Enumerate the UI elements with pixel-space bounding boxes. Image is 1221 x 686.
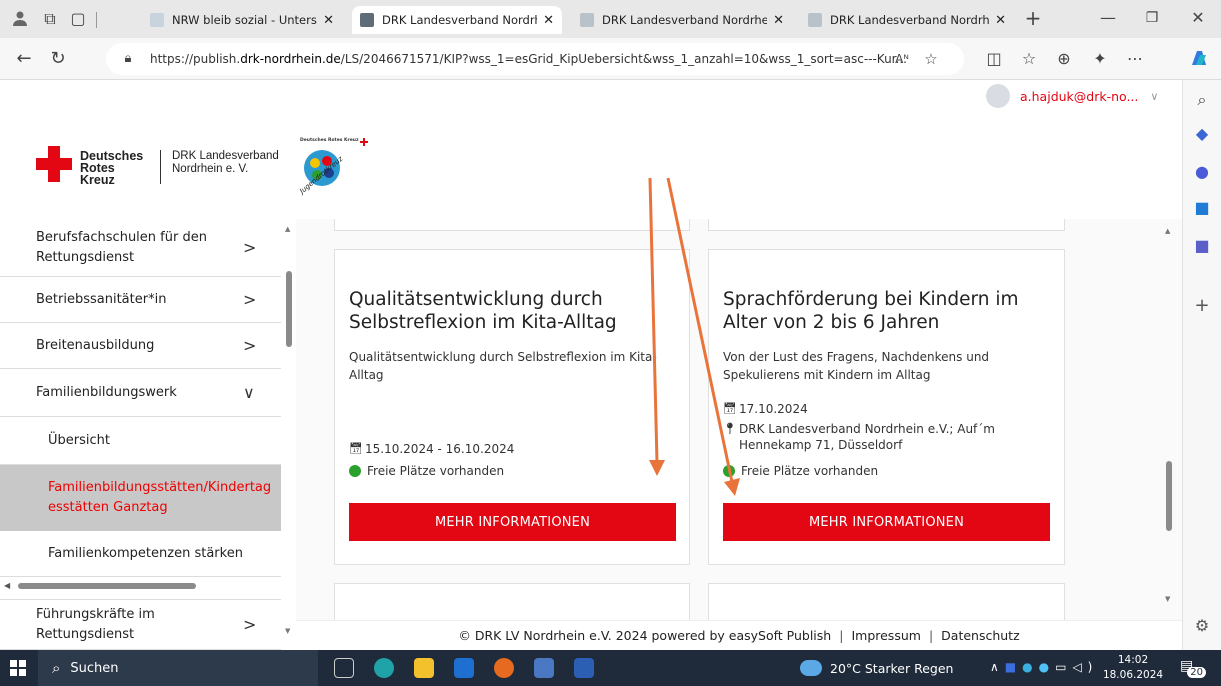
outlook-icon[interactable]: ■ bbox=[1191, 198, 1213, 218]
tray-app-icon[interactable]: ■ bbox=[1005, 660, 1022, 674]
arrowhead-1-icon bbox=[649, 460, 665, 476]
app-icon[interactable] bbox=[534, 658, 554, 678]
copyright-text: © DRK LV Nordrhein e.V. 2024 powered by … bbox=[458, 628, 832, 643]
word-icon[interactable] bbox=[574, 658, 594, 678]
tag-icon[interactable]: ◆ bbox=[1191, 124, 1213, 144]
close-window-icon[interactable]: ✕ bbox=[1187, 8, 1209, 28]
tray-app-icon[interactable]: ● bbox=[1039, 660, 1055, 674]
weather-text: 20°C Starker Regen bbox=[830, 660, 954, 676]
clock-date: 18.06.2024 bbox=[1102, 669, 1164, 681]
chevron-up-icon[interactable]: ∧ bbox=[990, 660, 1005, 674]
tray-app-icon[interactable]: ● bbox=[1022, 660, 1038, 674]
file-explorer-icon[interactable] bbox=[414, 658, 434, 678]
copilot-apps-icon[interactable]: ● bbox=[1191, 162, 1213, 182]
annotation-arrow-1 bbox=[648, 177, 659, 463]
arrowhead-2-icon bbox=[724, 478, 740, 496]
outlook-icon[interactable] bbox=[454, 658, 474, 678]
clock-time: 14:02 bbox=[1117, 654, 1149, 666]
edge-sidebar: ⌕ ◆ ● ■ ■ + ⚙ bbox=[1182, 80, 1221, 650]
impressum-link[interactable]: Impressum bbox=[851, 628, 920, 643]
add-icon[interactable]: + bbox=[1191, 296, 1213, 316]
annotation-arrows bbox=[648, 177, 740, 496]
annotation-arrow-2 bbox=[666, 177, 734, 483]
notifications-button[interactable]: ▤ 20 bbox=[1178, 658, 1206, 678]
edge-icon[interactable] bbox=[374, 658, 394, 678]
clock[interactable]: 14:02 18.06.2024 bbox=[1102, 653, 1164, 683]
taskbar-search-label: Suchen bbox=[70, 660, 119, 676]
datenschutz-link[interactable]: Datenschutz bbox=[941, 628, 1020, 643]
weather-widget[interactable]: 20°C Starker Regen bbox=[800, 650, 953, 686]
notification-count-badge: 20 bbox=[1187, 667, 1206, 678]
cloud-rain-icon bbox=[800, 660, 822, 676]
taskbar-search[interactable]: ⌕ Suchen bbox=[38, 650, 318, 686]
search-icon: ⌕ bbox=[52, 659, 61, 677]
firefox-icon[interactable] bbox=[494, 658, 514, 678]
copilot-icon[interactable] bbox=[1186, 47, 1212, 74]
settings-gear-icon[interactable]: ⚙ bbox=[1191, 616, 1213, 636]
page-footer: © DRK LV Nordrhein e.V. 2024 powered by … bbox=[296, 620, 1182, 650]
windows-start-icon[interactable] bbox=[10, 660, 26, 676]
volume-icon[interactable]: ◁) bbox=[1072, 660, 1098, 674]
task-view-icon[interactable] bbox=[334, 658, 354, 678]
network-icon[interactable]: ▭ bbox=[1055, 660, 1072, 674]
windows-taskbar: ⌕ Suchen 20°C Starker Regen ∧■●●▭◁) 14:0… bbox=[0, 650, 1221, 686]
search-icon[interactable]: ⌕ bbox=[1191, 90, 1213, 110]
system-tray[interactable]: ∧■●●▭◁) bbox=[990, 660, 1098, 674]
teams-icon[interactable]: ■ bbox=[1191, 236, 1213, 256]
